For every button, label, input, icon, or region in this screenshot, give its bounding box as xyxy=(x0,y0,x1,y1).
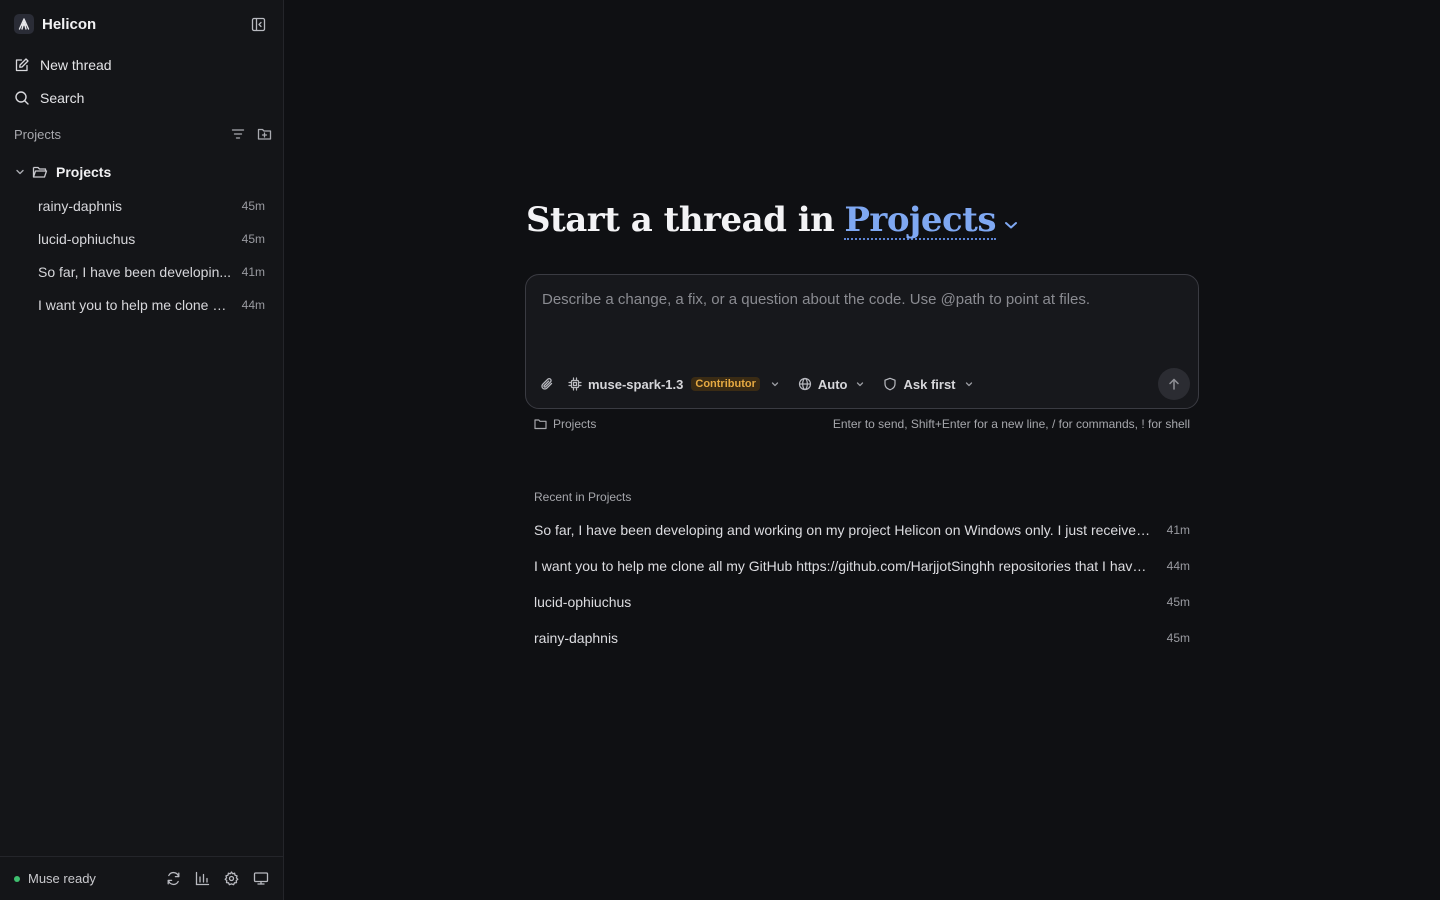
thread-item[interactable]: lucid-ophiuchus 45m xyxy=(0,222,284,255)
globe-icon xyxy=(798,377,812,391)
thread-title: rainy-daphnis xyxy=(38,197,123,214)
thread-title: lucid-ophiuchus xyxy=(38,230,136,247)
sidebar: Helicon New thread Search Projects Proje… xyxy=(0,0,284,900)
search-label: Search xyxy=(40,90,85,106)
mode-selector[interactable]: Auto xyxy=(798,377,866,392)
chevron-down-icon xyxy=(855,379,865,389)
thread-time: 45m xyxy=(241,198,265,213)
thread-time: 41m xyxy=(241,264,265,279)
composer: muse-spark-1.3 Contributor xyxy=(525,274,1199,409)
brand[interactable]: Helicon xyxy=(14,13,96,35)
recent-title: I want you to help me clone all my GitHu… xyxy=(534,558,1152,574)
send-button[interactable] xyxy=(1158,368,1190,400)
permission-selector[interactable]: Ask first xyxy=(883,377,973,392)
bar-chart-icon[interactable] xyxy=(195,871,210,886)
recent-time: 45m xyxy=(1166,631,1190,645)
recent-time: 44m xyxy=(1166,559,1190,573)
gear-icon[interactable] xyxy=(224,871,239,886)
helicon-logo-icon xyxy=(14,14,34,34)
recent-time: 41m xyxy=(1166,523,1190,537)
search-button[interactable]: Search xyxy=(14,86,84,110)
page-title: Start a thread in Projects xyxy=(526,200,1018,240)
attach-button[interactable] xyxy=(540,377,554,391)
app-name: Helicon xyxy=(42,15,97,33)
model-name: muse-spark-1.3 xyxy=(588,376,684,392)
thread-time: 45m xyxy=(241,231,265,246)
arrow-up-icon xyxy=(1167,377,1181,391)
sidebar-footer: Muse ready xyxy=(0,856,283,900)
recent-item[interactable]: lucid-ophiuchus 45m xyxy=(534,584,1190,620)
location-selector[interactable]: Projects xyxy=(534,417,596,431)
recent-title: lucid-ophiuchus xyxy=(534,594,632,610)
chevron-down-icon xyxy=(770,379,780,389)
model-badge: Contributor xyxy=(691,377,760,391)
new-folder-icon[interactable] xyxy=(257,127,272,141)
chip-icon xyxy=(568,377,582,391)
shield-icon xyxy=(883,377,897,391)
projects-folder[interactable]: Projects xyxy=(14,162,111,182)
project-selector[interactable]: Projects xyxy=(844,202,996,240)
recent-section-label: Recent in Projects xyxy=(534,490,632,504)
thread-title: I want you to help me clone al... xyxy=(38,296,232,313)
new-thread-label: New thread xyxy=(40,57,112,73)
chevron-down-icon[interactable] xyxy=(1004,220,1018,230)
recent-title: So far, I have been developing and worki… xyxy=(534,522,1152,538)
model-selector[interactable]: muse-spark-1.3 Contributor xyxy=(568,377,780,392)
recent-time: 45m xyxy=(1166,595,1190,609)
chevron-down-icon[interactable] xyxy=(14,166,26,178)
projects-section-header: Projects xyxy=(14,126,272,142)
headline-prefix: Start a thread in xyxy=(526,200,835,240)
refresh-icon[interactable] xyxy=(166,871,181,886)
folder-name: Projects xyxy=(56,164,112,180)
keyboard-hint: Enter to send, Shift+Enter for a new lin… xyxy=(832,417,1190,431)
status-dot-icon xyxy=(14,875,20,882)
filter-icon[interactable] xyxy=(231,127,245,141)
collapse-sidebar-icon[interactable] xyxy=(250,16,266,32)
thread-item[interactable]: I want you to help me clone al... 44m xyxy=(0,288,284,321)
chevron-down-icon xyxy=(964,379,974,389)
folder-icon xyxy=(534,418,547,430)
monitor-icon[interactable] xyxy=(253,871,269,886)
composer-footer: Projects Enter to send, Shift+Enter for … xyxy=(534,416,1190,432)
recent-item[interactable]: rainy-daphnis 45m xyxy=(534,620,1190,656)
thread-title: So far, I have been developin... xyxy=(38,263,232,280)
permission-label: Ask first xyxy=(903,376,956,392)
recent-item[interactable]: I want you to help me clone all my GitHu… xyxy=(534,548,1190,584)
projects-section-label: Projects xyxy=(14,126,61,142)
pencil-square-icon xyxy=(14,57,30,73)
location-label: Projects xyxy=(553,417,597,431)
recent-item[interactable]: So far, I have been developing and worki… xyxy=(534,512,1190,548)
prompt-input[interactable] xyxy=(542,291,1178,351)
thread-time: 44m xyxy=(241,297,265,312)
recent-title: rainy-daphnis xyxy=(534,630,619,646)
folder-open-icon xyxy=(32,165,48,179)
thread-item[interactable]: rainy-daphnis 45m xyxy=(0,189,284,222)
main-panel: Start a thread in Projects Describe a ch… xyxy=(284,0,1440,900)
mode-label: Auto xyxy=(817,376,848,392)
status-text: Muse ready xyxy=(28,871,96,886)
thread-item[interactable]: So far, I have been developin... 41m xyxy=(0,255,284,288)
paperclip-icon xyxy=(540,377,554,391)
search-icon xyxy=(14,90,30,106)
recent-list: So far, I have been developing and worki… xyxy=(534,512,1190,656)
app-window: Helicon New thread Search Projects Proje… xyxy=(0,0,1440,900)
thread-list: rainy-daphnis 45m lucid-ophiuchus 45m So… xyxy=(0,189,284,321)
new-thread-button[interactable]: New thread xyxy=(14,53,112,77)
composer-toolbar: muse-spark-1.3 Contributor Auto Ask firs… xyxy=(540,373,974,395)
